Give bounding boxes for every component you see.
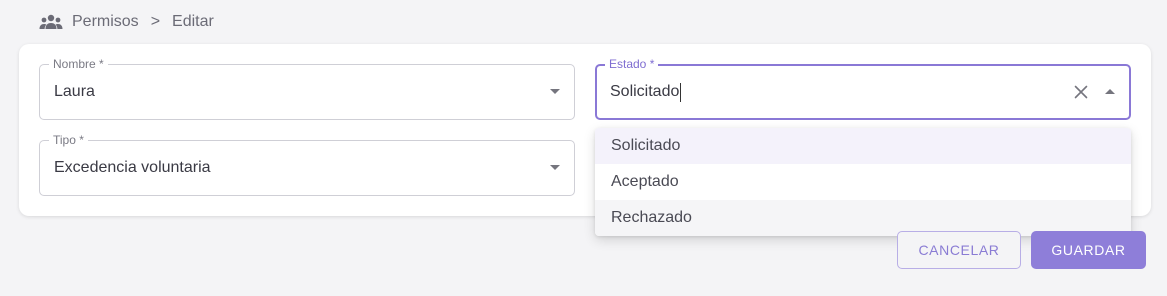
estado-value: Solicitado xyxy=(610,83,680,100)
breadcrumb-separator: > xyxy=(150,13,161,30)
nombre-select[interactable]: Nombre * Laura xyxy=(39,57,575,120)
nombre-value: Laura xyxy=(54,83,95,100)
estado-input[interactable]: Solicitado xyxy=(610,66,682,118)
option-solicitado[interactable]: Solicitado xyxy=(595,128,1131,164)
dropdown-arrow-up-icon[interactable] xyxy=(1105,89,1115,94)
cancel-button[interactable]: CANCELAR xyxy=(897,231,1021,269)
tipo-select[interactable]: Tipo * Excedencia voluntaria xyxy=(39,133,575,196)
dropdown-arrow-icon[interactable] xyxy=(550,89,560,94)
people-icon xyxy=(38,11,64,33)
breadcrumb: Permisos > Editar xyxy=(38,11,214,33)
dropdown-arrow-icon[interactable] xyxy=(550,165,560,170)
estado-options-list: Solicitado Aceptado Rechazado xyxy=(595,128,1131,236)
clear-icon[interactable] xyxy=(1071,82,1091,102)
breadcrumb-current: Editar xyxy=(172,13,214,30)
save-button[interactable]: GUARDAR xyxy=(1031,231,1146,269)
breadcrumb-section[interactable]: Permisos xyxy=(72,13,139,31)
text-caret xyxy=(680,82,682,102)
option-aceptado[interactable]: Aceptado xyxy=(595,164,1131,200)
estado-select[interactable]: Estado * Solicitado xyxy=(595,57,1131,120)
tipo-value: Excedencia voluntaria xyxy=(54,159,211,176)
